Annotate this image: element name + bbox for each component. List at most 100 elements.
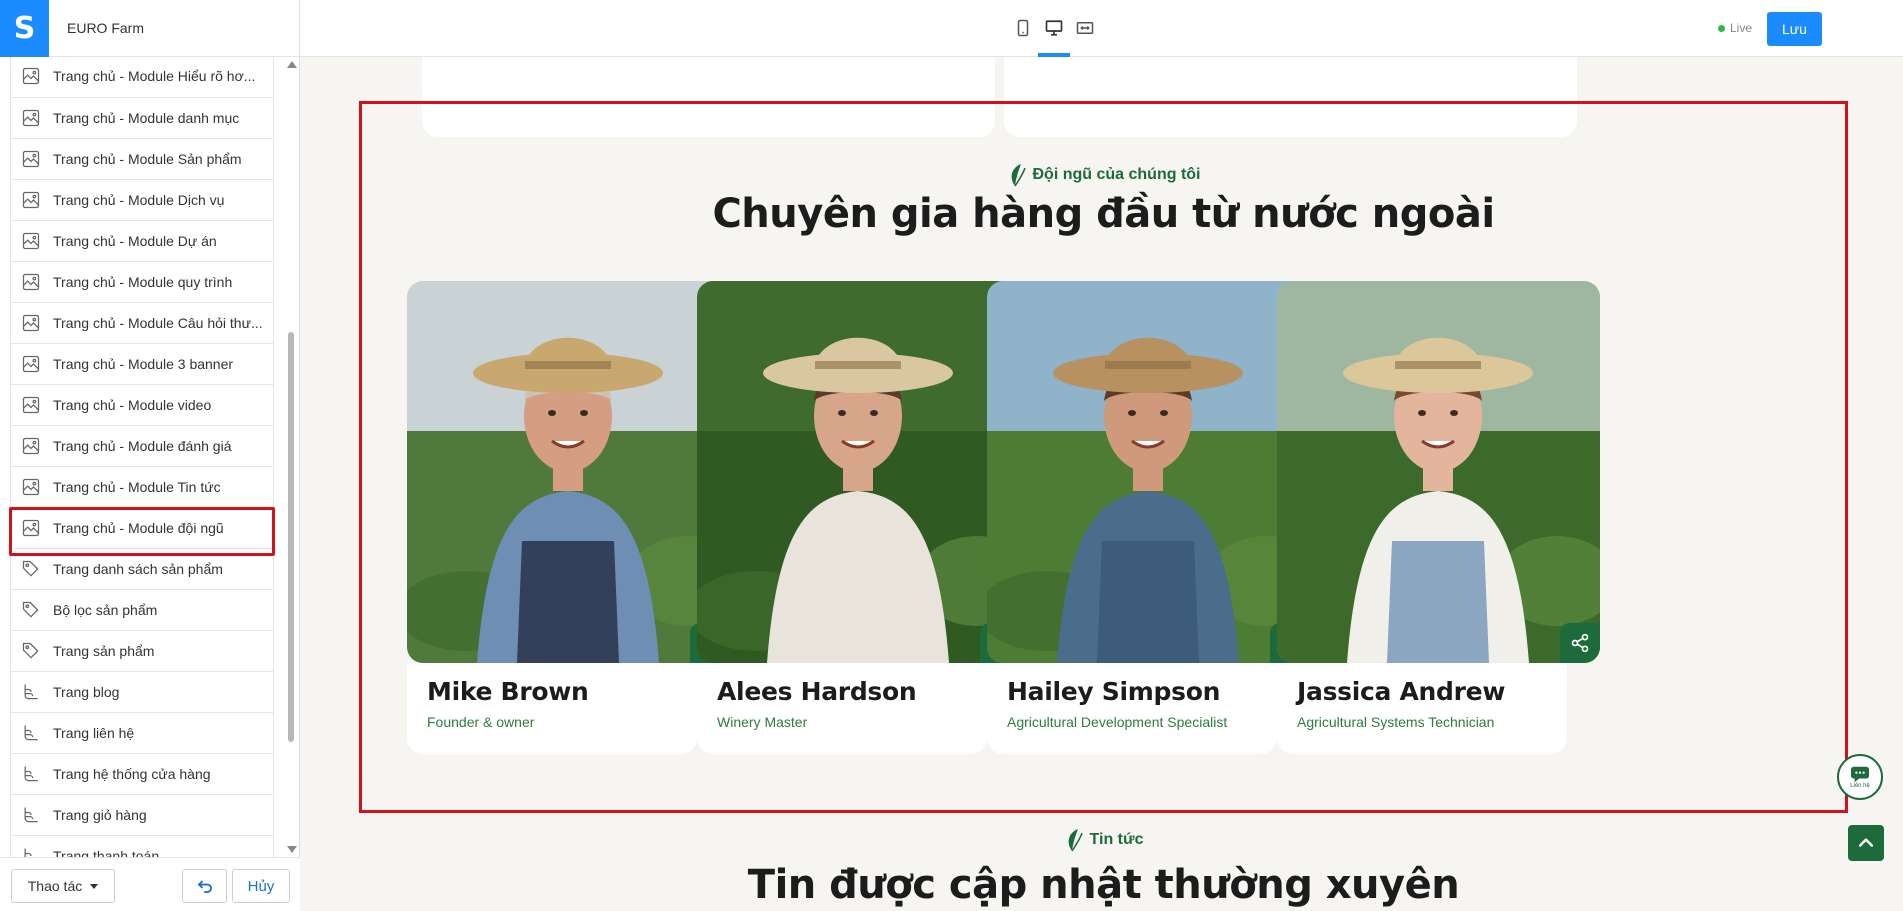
team-member-name: Jassica Andrew [1297,677,1506,706]
fullwidth-view-button[interactable] [1074,17,1096,39]
blog-icon [21,682,41,702]
contact-chat-button[interactable]: Liên hệ [1837,754,1883,800]
team-member-name: Hailey Simpson [1007,677,1221,706]
sidebar-item[interactable]: Trang chủ - Module Dự án [11,221,273,262]
live-status: Live [1718,21,1752,35]
team-member-role: Founder & owner [427,714,535,730]
caret-down-icon [90,883,99,889]
team-member-name: Alees Hardson [717,677,917,706]
undo-button[interactable] [182,869,227,903]
sidebar-item-label: Trang chủ - Module quy trình [53,274,233,290]
page-layout-icon [21,313,41,333]
sidebar-item-label: Trang liên hệ [53,725,135,741]
page-layout-icon [21,66,41,86]
leaf-icon [1011,164,1026,187]
sidebar-item[interactable]: Trang chủ - Module video [11,385,273,426]
team-member-photo [1277,281,1600,663]
sidebar-item[interactable]: Trang chủ - Module đánh giá [11,426,273,467]
sidebar-scrollbar[interactable] [284,57,298,857]
desktop-view-button[interactable] [1043,17,1065,39]
scroll-up-arrow-icon[interactable] [287,61,297,68]
blog-icon [21,805,41,825]
sidebar-item[interactable]: Trang chủ - Module quy trình [11,262,273,303]
editor-sidebar: S EURO Farm Trang chủ - Module Hiểu rõ h… [0,0,300,911]
team-member-card[interactable]: Alees Hardson Winery Master [697,281,1020,754]
sidebar-item[interactable]: Trang chủ - Module Tin tức [11,467,273,508]
team-member-name: Mike Brown [427,677,589,706]
team-member-role: Agricultural Development Specialist [1007,714,1228,730]
page-layout-icon [21,518,41,538]
page-layout-icon [21,231,41,251]
sidebar-item-label: Trang chủ - Module Dự án [53,233,217,249]
sidebar-item[interactable]: Trang chủ - Module Câu hỏi thư... [11,303,273,344]
sidebar-item[interactable]: Trang chủ - Module danh mục [11,98,273,139]
team-member-info: Alees Hardson Winery Master [697,663,987,754]
team-member-photo [987,281,1310,663]
sidebar-item-selected[interactable]: Trang chủ - Module đội ngũ [11,508,273,549]
page-list: Trang chủ - Module Hiểu rõ hơ... Trang ch… [10,57,274,857]
sidebar-item[interactable]: Trang chủ - Module Dịch vụ [11,180,273,221]
sidebar-item[interactable]: Trang danh sách sản phẩm [11,549,273,590]
sidebar-item-label: Bộ lọc sản phẩm [53,602,158,618]
page-layout-icon [21,477,41,497]
team-member-info: Hailey Simpson Agricultural Development S… [987,663,1277,754]
sidebar-item[interactable]: Trang chủ - Module Sản phẩm [11,139,273,180]
team-member-card[interactable]: Hailey Simpson Agricultural Development S… [987,281,1310,754]
back-to-top-button[interactable] [1848,825,1884,861]
sidebar-footer: Thao tác Hủy [0,857,300,911]
save-button[interactable]: Lưu [1767,12,1822,46]
news-eyebrow: Tin tức [359,827,1848,853]
page-preview-canvas[interactable]: Đội ngũ của chúng tôi Chuyên gia hàng đầ… [300,57,1903,911]
sidebar-item-label: Trang thanh toán [53,848,160,857]
sidebar-item[interactable]: Trang hệ thống cửa hàng [11,754,273,795]
sidebar-item-label: Trang chủ - Module Câu hỏi thư... [53,315,263,331]
scrollbar-thumb[interactable] [288,332,294,742]
sidebar-item[interactable]: Trang giỏ hàng [11,795,273,836]
page-layout-icon [21,149,41,169]
sidebar-item-label: Trang danh sách sản phẩm [53,561,223,577]
mobile-icon [1017,19,1029,37]
blog-icon [21,846,41,857]
team-member-role: Agricultural Systems Technician [1297,714,1495,730]
team-member-info: Mike Brown Founder & owner [407,663,697,754]
sidebar-item[interactable]: Trang chủ - Module Hiểu rõ hơ... [11,57,273,98]
sidebar-item[interactable]: Trang liên hệ [11,713,273,754]
tag-icon [21,600,41,620]
sidebar-item-label: Trang chủ - Module Dịch vụ [53,192,225,208]
chevron-up-icon [1858,838,1874,847]
team-section-title: Chuyên gia hàng đầu từ nước ngoài [712,191,1495,237]
sidebar-item-label: Trang chủ - Module đội ngũ [53,520,224,536]
page-layout-icon [21,190,41,210]
page-layout-icon [21,395,41,415]
scroll-down-arrow-icon[interactable] [287,846,297,853]
tag-icon [21,559,41,579]
sidebar-item[interactable]: Trang blog [11,672,273,713]
sidebar-header: S EURO Farm [0,0,299,57]
editor-topbar: Live Lưu [300,0,1903,57]
sidebar-item[interactable]: Trang thanh toán [11,836,273,857]
news-section-title: Tin được cập nhật thường xuyên [747,862,1460,908]
app-logo[interactable]: S [0,0,49,57]
cancel-button[interactable]: Hủy [232,869,290,903]
page-layout-icon [21,108,41,128]
share-icon [1571,633,1589,653]
blog-icon [21,723,41,743]
mobile-view-button[interactable] [1012,17,1034,39]
team-member-card[interactable]: Mike Brown Founder & owner [407,281,730,754]
team-module-section[interactable]: Đội ngũ của chúng tôi Chuyên gia hàng đầ… [359,101,1848,813]
sidebar-item[interactable]: Bộ lọc sản phẩm [11,590,273,631]
sidebar-item-label: Trang chủ - Module video [53,397,212,413]
sidebar-item-label: Trang giỏ hàng [53,807,147,823]
share-button[interactable] [1560,623,1600,663]
sidebar-item[interactable]: Trang sản phẩm [11,631,273,672]
team-member-card[interactable]: Jassica Andrew Agricultural Systems Techn… [1277,281,1600,754]
sidebar-item-label: Trang chủ - Module đánh giá [53,438,232,454]
live-dot-icon [1718,24,1725,32]
sidebar-item[interactable]: Trang chủ - Module 3 banner [11,344,273,385]
desktop-icon [1045,20,1063,36]
actions-dropdown-button[interactable]: Thao tác [11,869,115,903]
team-member-role: Winery Master [717,714,808,730]
team-member-photo [697,281,1020,663]
sidebar-item-label: Trang blog [53,684,120,700]
blog-icon [21,764,41,784]
